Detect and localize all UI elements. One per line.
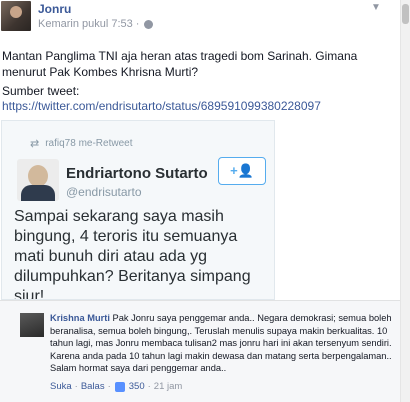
tweet-avatar (17, 159, 59, 201)
globe-icon (144, 19, 154, 29)
retweet-row: ⇄ rafiq78 me-Retweet (30, 137, 132, 150)
retweet-by: rafiq78 me-Retweet (45, 138, 133, 149)
comment: Krishna Murti Pak Jonru saya penggemar a… (0, 300, 402, 402)
comment-body: Krishna Murti Pak Jonru saya penggemar a… (50, 312, 394, 375)
like-link[interactable]: Suka (50, 381, 72, 392)
retweet-icon: ⇄ (30, 138, 40, 150)
like-count[interactable]: 350 (129, 381, 145, 392)
follow-button: +👤 (218, 157, 266, 185)
facebook-post: Jonru Kemarin pukul 7:53 · ▼ Mantan Pang… (0, 0, 410, 402)
commenter-avatar[interactable] (20, 313, 44, 337)
chevron-down-icon[interactable]: ▼ (370, 2, 382, 14)
author-avatar[interactable] (1, 1, 31, 31)
reply-link[interactable]: Balas (81, 381, 105, 392)
scrollbar-thumb[interactable] (402, 4, 409, 24)
source-link[interactable]: https://twitter.com/endrisutarto/status/… (2, 99, 321, 113)
source-label: Sumber tweet: (2, 84, 80, 98)
post-meta: Kemarin pukul 7:53 · (38, 18, 154, 30)
comment-author[interactable]: Krishna Murti (50, 313, 110, 323)
post-status-text: Mantan Panglima TNI aja heran atas trage… (2, 49, 358, 79)
tweet-author-name: Endriartono Sutarto (66, 165, 208, 182)
scrollbar[interactable] (400, 0, 410, 402)
comment-actions: Suka · Balas · 350 · 21 jam (50, 381, 183, 392)
embedded-tweet-image[interactable]: ⇄ rafiq78 me-Retweet Endriartono Sutarto… (1, 120, 275, 300)
post-timestamp[interactable]: Kemarin pukul 7:53 (38, 18, 133, 30)
author-name[interactable]: Jonru (38, 2, 71, 16)
tweet-author-handle: @endrisutarto (66, 185, 142, 199)
thumbs-up-icon[interactable] (114, 381, 125, 392)
meta-separator: · (135, 18, 140, 30)
comment-time[interactable]: 21 jam (154, 381, 183, 392)
tweet-text: Sampai sekarang saya masih bingung, 4 te… (14, 208, 251, 300)
